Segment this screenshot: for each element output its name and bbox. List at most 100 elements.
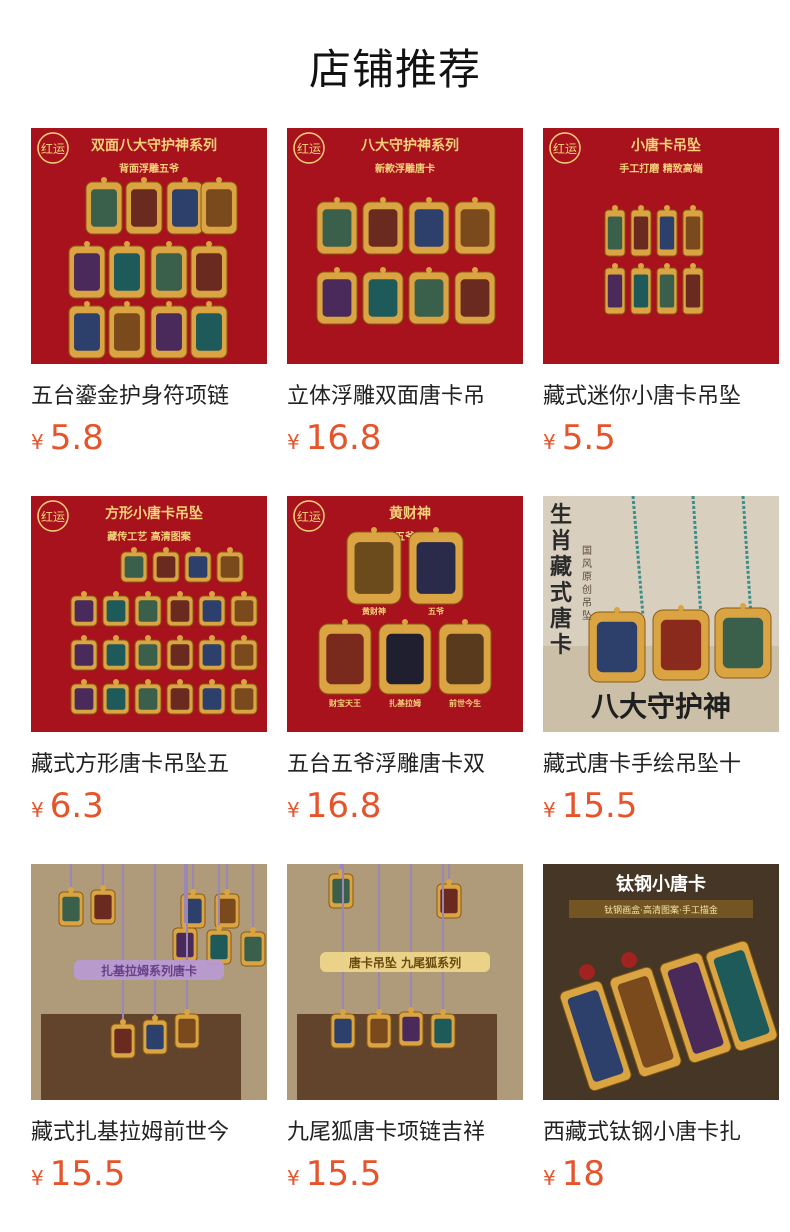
pendant-item: [604, 205, 626, 257]
product-image[interactable]: 钛钢小唐卡 钛钢画盒·高清图案·手工描金: [543, 864, 779, 1100]
image-vertical-subtitle: 原: [582, 571, 592, 583]
image-label: 财宝天王: [328, 698, 361, 708]
pendant-item: [102, 635, 130, 671]
pendant-item: [656, 263, 678, 315]
pendant-item: [125, 177, 163, 235]
product-name[interactable]: 藏式方形唐卡吊坠五: [31, 746, 267, 778]
currency-symbol: ¥: [31, 798, 44, 822]
pendant-item: [174, 1009, 200, 1049]
pendant-item: [58, 887, 84, 927]
product-name[interactable]: 藏式迷你小唐卡吊坠: [543, 378, 779, 410]
product-price: ¥15.5: [287, 1154, 381, 1194]
product-image[interactable]: 唐卡吊坠 九尾狐系列: [287, 864, 523, 1100]
pendant-item: [70, 591, 98, 627]
product-name[interactable]: 五台五爷浮雕唐卡双: [287, 746, 523, 778]
pendant-item: [70, 635, 98, 671]
product-price: ¥5.8: [31, 418, 104, 458]
pendant-item: [378, 619, 432, 695]
image-vertical-title: 式: [550, 580, 572, 606]
product-image[interactable]: 红运 双面八大守护神系列 背面浮雕五爷: [31, 128, 267, 364]
pendant-item: [110, 1019, 136, 1059]
pendant-item: [198, 591, 226, 627]
price-value: 18: [561, 1154, 605, 1194]
image-vertical-subtitle: 国: [582, 545, 592, 557]
pendant-item: [454, 267, 496, 325]
image-vertical-title: 肖: [550, 528, 572, 554]
pendant-item: [362, 267, 404, 325]
image-title: 八大守护神系列: [360, 137, 459, 154]
pendant-item: [134, 591, 162, 627]
product-image[interactable]: 生肖藏式唐卡 国风原创吊坠八大守护神: [543, 496, 779, 732]
pendant-item: [230, 591, 258, 627]
pendant-item: [714, 603, 772, 679]
pendant-item: [85, 177, 123, 235]
pendant-item: [134, 679, 162, 715]
pendant-item: [108, 241, 146, 299]
pendant-item: [166, 591, 194, 627]
image-title: 小唐卡吊坠: [631, 137, 701, 154]
image-vertical-subtitle: 坠: [582, 610, 592, 622]
pendant-item: [330, 1009, 356, 1049]
pendant-item: [142, 1015, 168, 1055]
pendant-item: [430, 1009, 456, 1049]
pendant-item: [102, 591, 130, 627]
product-image[interactable]: 红运 小唐卡吊坠 手工打磨 精致高端: [543, 128, 779, 364]
image-vertical-subtitle: 创: [582, 583, 592, 596]
pendant-item: [318, 619, 372, 695]
pendant-item: [90, 885, 116, 925]
pendant-item: [588, 607, 646, 683]
pendant-item: [240, 927, 266, 967]
product-name[interactable]: 藏式唐卡手绘吊坠十: [543, 746, 779, 778]
price-value: 6.3: [49, 786, 104, 826]
image-label: 扎基拉姆: [389, 698, 421, 708]
pendant-item: [408, 197, 450, 255]
pendant-item: [362, 197, 404, 255]
pendant-item: [682, 205, 704, 257]
pendant-item: [216, 547, 244, 583]
product-card[interactable]: 钛钢小唐卡 钛钢画盒·高清图案·手工描金西藏式钛钢小唐卡扎 ¥18: [543, 864, 779, 1204]
svg-text:红运: 红运: [297, 141, 321, 156]
product-name[interactable]: 藏式扎基拉姆前世今: [31, 1114, 267, 1146]
pendant-item: [408, 527, 464, 605]
pendant-item: [438, 619, 492, 695]
product-card[interactable]: 红运 小唐卡吊坠 手工打磨 精致高端 藏式迷你小唐卡吊坠 ¥5.5: [543, 128, 779, 468]
price-value: 5.8: [49, 418, 104, 458]
pendant-item: [316, 197, 358, 255]
currency-symbol: ¥: [287, 798, 300, 822]
product-card[interactable]: 红运 黄财神 五爷 黄财神 五爷 财宝天王 扎基拉姆 前世今生 五台五爷浮雕唐卡双 ¥16.8: [287, 496, 523, 836]
svg-text:红运: 红运: [553, 141, 577, 156]
pendant-item: [184, 547, 212, 583]
product-price: ¥18: [543, 1154, 605, 1194]
product-card[interactable]: 红运 方形小唐卡吊坠 藏传工艺 高清图案藏式方形唐卡吊坠五 ¥6.3: [31, 496, 267, 836]
product-card[interactable]: 扎基拉姆系列唐卡 藏式扎基拉姆前世今 ¥15.5: [31, 864, 267, 1204]
product-name[interactable]: 立体浮雕双面唐卡吊: [287, 378, 523, 410]
product-image[interactable]: 红运 方形小唐卡吊坠 藏传工艺 高清图案: [31, 496, 267, 732]
product-name[interactable]: 西藏式钛钢小唐卡扎: [543, 1114, 779, 1146]
image-title: 黄财神: [389, 505, 431, 522]
pendant-item: [604, 263, 626, 315]
pendant-item: [198, 635, 226, 671]
pendant-item: [316, 267, 358, 325]
image-bottom-title: 八大守护神: [591, 690, 731, 723]
product-card[interactable]: 唐卡吊坠 九尾狐系列九尾狐唐卡项链吉祥 ¥15.5: [287, 864, 523, 1204]
price-value: 16.8: [305, 786, 382, 826]
product-image[interactable]: 红运 八大守护神系列 新款浮雕唐卡: [287, 128, 523, 364]
svg-text:红运: 红运: [41, 141, 65, 156]
svg-text:红运: 红运: [297, 509, 321, 524]
image-vertical-title: 藏: [550, 554, 572, 580]
product-card[interactable]: 红运 双面八大守护神系列 背面浮雕五爷 五台鎏金护身符项链 ¥5.8: [31, 128, 267, 468]
product-card[interactable]: 红运 八大守护神系列 新款浮雕唐卡 立体浮雕双面唐卡吊 ¥16.8: [287, 128, 523, 468]
product-card[interactable]: 生肖藏式唐卡 国风原创吊坠八大守护神 藏式唐卡手绘吊坠十 ¥15.5: [543, 496, 779, 836]
product-name[interactable]: 九尾狐唐卡项链吉祥: [287, 1114, 523, 1146]
price-value: 5.5: [561, 418, 616, 458]
image-subtitle: 钛钢画盒·高清图案·手工描金: [604, 904, 718, 916]
product-grid: 红运 双面八大守护神系列 背面浮雕五爷 五台鎏金护身符项链 ¥5.8 红运 八大守护神系列新…: [0, 0, 790, 1232]
image-title: 双面八大守护神系列: [91, 137, 217, 154]
product-image[interactable]: 红运 黄财神 五爷 黄财神 五爷 财宝天王 扎基拉姆 前世今生: [287, 496, 523, 732]
image-banner-text: 扎基拉姆系列唐卡: [101, 963, 197, 978]
product-image[interactable]: 扎基拉姆系列唐卡: [31, 864, 267, 1100]
currency-symbol: ¥: [287, 430, 300, 454]
pendant-item: [408, 267, 450, 325]
product-name[interactable]: 五台鎏金护身符项链: [31, 378, 267, 410]
pendant-item: [68, 301, 106, 359]
